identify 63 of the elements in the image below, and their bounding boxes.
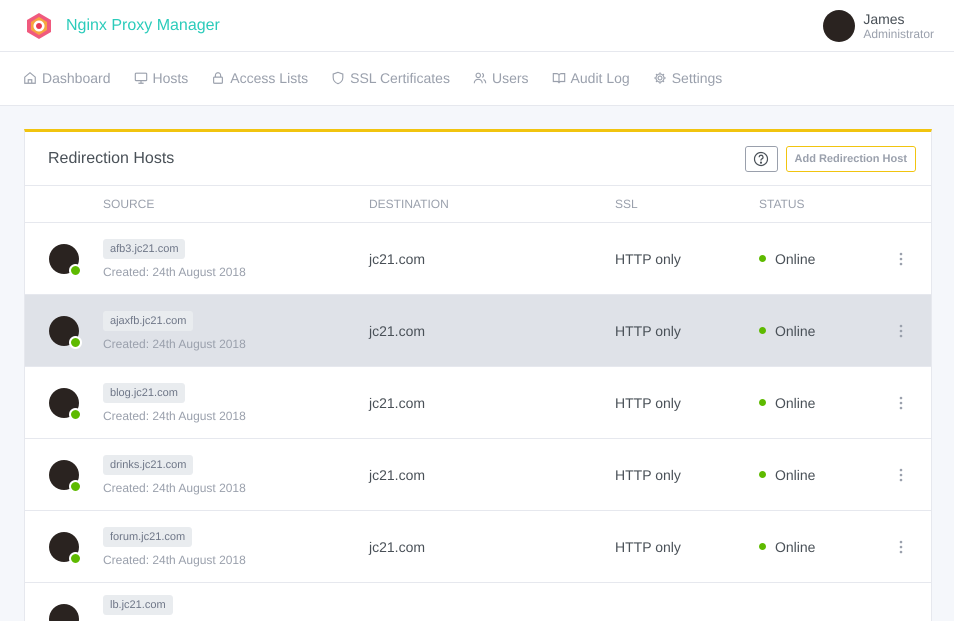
created-date: Created: 24th August 2018 <box>103 336 246 350</box>
table-row[interactable]: blog.jc21.com Created: 24th August 2018 jc21.com HTTP only Online <box>25 367 931 439</box>
monitor-icon <box>134 71 148 85</box>
nav-link[interactable]: Access Lists <box>211 52 308 106</box>
help-button[interactable] <box>744 146 778 172</box>
logo-icon <box>25 12 53 40</box>
column-header: DESTINATION <box>369 197 450 211</box>
users-icon <box>472 71 487 85</box>
column-header: SSL <box>615 197 639 211</box>
created-date: Created: 24th August 2018 <box>103 408 246 422</box>
nav-link[interactable]: Users <box>472 52 529 106</box>
destination-cell-text: jc21.com <box>369 250 426 266</box>
shield-icon <box>331 71 346 85</box>
status-text: Online <box>775 466 816 482</box>
ssl-cell-text: HTTP only <box>615 466 682 482</box>
destination-cell-text: jc21.com <box>369 538 426 554</box>
add-redirection-host-button[interactable]: Add Redirection Host <box>786 146 916 172</box>
source-tag: drinks.jc21.com <box>103 454 194 474</box>
more-icon[interactable] <box>899 252 903 266</box>
source-tag: lb.jc21.com <box>103 595 173 615</box>
created-date: Created: 24th August 2018 <box>103 480 246 494</box>
nav-link[interactable]: Dashboard <box>23 52 110 106</box>
status-text: Online <box>775 322 816 338</box>
column-header: SOURCE <box>103 197 156 211</box>
destination-cell-text: jc21.com <box>369 466 426 482</box>
settings-icon <box>652 71 667 85</box>
table-row[interactable]: lb.jc21.com <box>25 583 931 621</box>
nav-link[interactable]: Hosts <box>134 52 188 106</box>
ssl-cell-text: HTTP only <box>615 394 682 410</box>
nav-link[interactable]: SSL Certificates <box>331 52 450 106</box>
more-icon[interactable] <box>899 540 903 554</box>
created-date: Created: 24th August 2018 <box>103 552 246 566</box>
ssl-cell-text: HTTP only <box>615 250 682 266</box>
column-header: STATUS <box>759 197 806 211</box>
app-title: Nginx Proxy Manager <box>66 16 220 34</box>
ssl-cell-text: HTTP only <box>615 538 682 554</box>
avatar-icon[interactable] <box>823 10 856 42</box>
source-tag: afb3.jc21.com <box>103 238 186 258</box>
book-icon <box>552 71 566 85</box>
status-text: Online <box>775 250 816 266</box>
more-icon[interactable] <box>899 324 903 338</box>
more-icon[interactable] <box>899 396 903 410</box>
source-tag: forum.jc21.com <box>103 526 192 546</box>
source-tag: ajaxfb.jc21.com <box>103 310 194 330</box>
nav-link[interactable]: Settings <box>652 52 722 106</box>
nav-link[interactable]: Audit Log <box>552 52 630 106</box>
more-icon[interactable] <box>899 468 903 482</box>
source-tag: blog.jc21.com <box>103 382 185 402</box>
destination-cell-text: jc21.com <box>369 322 426 338</box>
home-icon <box>23 71 37 85</box>
help-icon <box>753 150 770 166</box>
created-date: Created: 24th August 2018 <box>103 264 246 278</box>
status-text: Online <box>775 394 816 410</box>
card-title: Redirection Hosts <box>48 150 174 168</box>
status-text: Online <box>775 538 816 554</box>
table-row[interactable]: forum.jc21.com Created: 24th August 2018 jc21.com HTTP only Online <box>25 511 931 583</box>
user-name: James <box>863 10 906 26</box>
user-role: Administrator <box>863 26 934 40</box>
table-row[interactable]: drinks.jc21.com Created: 24th August 2018 jc21.com HTTP only Online <box>25 439 931 511</box>
ssl-cell-text: HTTP only <box>615 322 682 338</box>
table-row[interactable]: ajaxfb.jc21.com Created: 24th August 2018 jc21.com HTTP only Online <box>25 295 931 367</box>
destination-cell-text: jc21.com <box>369 394 426 410</box>
lock-icon <box>211 71 226 85</box>
